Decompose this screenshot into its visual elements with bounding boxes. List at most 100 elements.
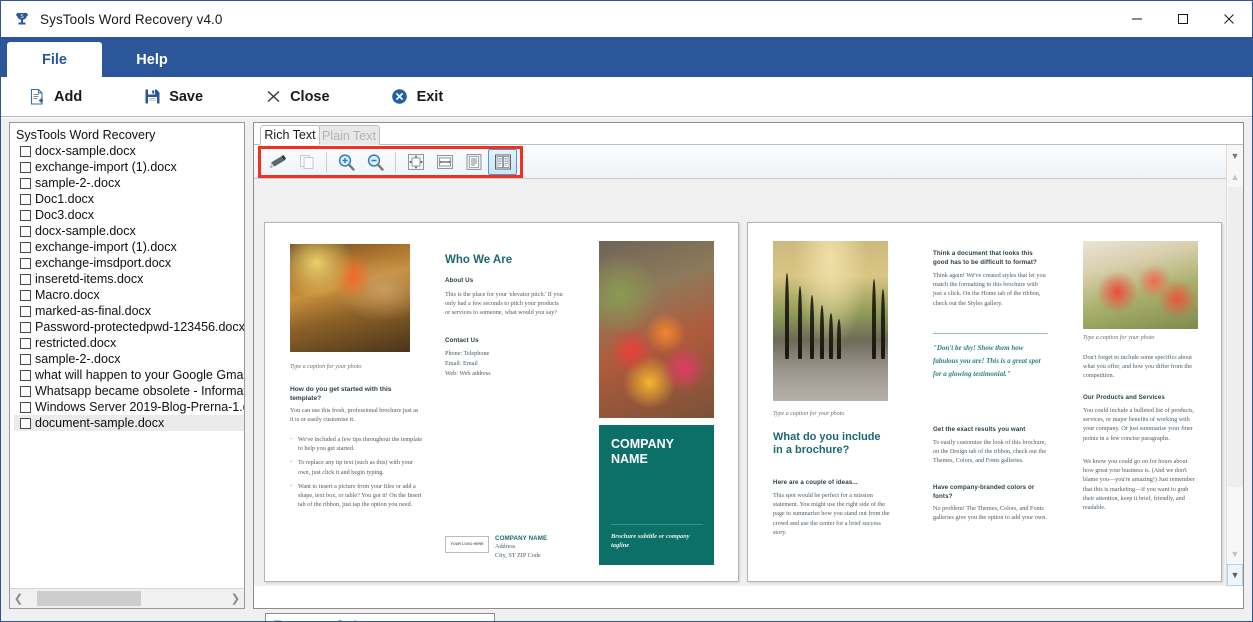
checkbox[interactable] <box>20 145 31 157</box>
list-item[interactable]: exchange-import (1).docx <box>14 159 244 175</box>
checkbox[interactable] <box>20 193 31 205</box>
fit-page-icon[interactable] <box>401 149 430 175</box>
tab-plain-text[interactable]: Plain Text <box>318 125 380 145</box>
list-item[interactable]: document-sample.docx <box>14 415 244 431</box>
checkbox[interactable] <box>20 353 31 365</box>
list-item[interactable]: what will happen to your Google Gmail a <box>14 367 244 383</box>
toolbar-buttons <box>263 149 517 175</box>
list-item[interactable]: sample-2-.docx <box>14 175 244 191</box>
list-item-label: Password-protectedpwd-123456.docx <box>35 320 244 334</box>
minimize-icon[interactable] <box>1114 1 1160 36</box>
checkbox[interactable] <box>20 369 31 381</box>
footer-address-block: COMPANY NAME Address City, ST ZIP Code <box>495 535 585 560</box>
window-title: SysTools Word Recovery v4.0 <box>40 11 223 27</box>
save-button[interactable]: Save <box>134 80 211 114</box>
list-item[interactable]: docx-sample.docx <box>14 223 244 239</box>
preview-vertical-scrollbar[interactable]: ▼ ▲ ▼ ▼ <box>1226 145 1243 586</box>
triangle-down-icon[interactable]: ▼ <box>472 614 490 621</box>
triangle-right-icon[interactable]: ▶ <box>454 614 472 622</box>
checkbox[interactable] <box>20 337 31 349</box>
chevron-left-icon[interactable]: ❮ <box>10 590 27 608</box>
list-item[interactable]: restricted.docx <box>14 335 244 351</box>
file-list-root-label: SysTools Word Recovery <box>16 128 156 142</box>
close-icon[interactable] <box>1206 1 1252 36</box>
add-button[interactable]: Add <box>19 80 90 114</box>
exit-button[interactable]: Exit <box>382 80 452 114</box>
list-item[interactable]: Doc3.docx <box>14 207 244 223</box>
checkbox[interactable] <box>20 321 31 333</box>
checkbox[interactable] <box>20 401 31 413</box>
checkbox[interactable] <box>20 257 31 269</box>
preview-view-tabs: Rich Text Plain Text <box>254 123 1243 145</box>
list-item-label: sample-2-.docx <box>35 352 121 366</box>
toolbar-separator <box>326 152 327 172</box>
search-input[interactable] <box>266 616 436 621</box>
what-include-heading: What do you include in a brochure? <box>773 431 881 456</box>
about-us-heading: About Us <box>445 277 474 284</box>
scrollbar-thumb[interactable] <box>37 591 141 606</box>
file-list-scroll-area[interactable]: SysTools Word Recovery docx-sample.docx e… <box>10 123 244 586</box>
list-item[interactable]: exchange-imsdport.docx <box>14 255 244 271</box>
products-heading: Our Products and Services <box>1083 394 1165 401</box>
scrollbar-thumb[interactable] <box>1228 187 1243 487</box>
ideas-body: This spot would be perfect for a mission… <box>773 492 890 536</box>
checkbox[interactable] <box>20 241 31 253</box>
ribbon-tab-bar: File Help <box>1 37 1252 77</box>
list-item[interactable]: docx-sample.docx <box>14 143 244 159</box>
list-item[interactable]: sample-2-.docx <box>14 351 244 367</box>
ideas-heading: Here are a couple of ideas... <box>773 479 858 486</box>
close-button[interactable]: Close <box>255 80 338 114</box>
list-item-label: exchange-import (1).docx <box>35 240 177 254</box>
checkbox[interactable] <box>20 161 31 173</box>
scrollbar-split-bottom-icon[interactable]: ▼ <box>1227 564 1243 586</box>
file-list-horizontal-scrollbar[interactable]: ❮ ❯ <box>10 588 244 608</box>
checkbox[interactable] <box>20 385 31 397</box>
list-item[interactable]: Windows Server 2019-Blog-Prerna-1.doc <box>14 399 244 415</box>
document-page-1: Type a caption for your photo How do you… <box>264 222 739 582</box>
copy-icon[interactable] <box>292 149 321 175</box>
maximize-icon[interactable] <box>1160 1 1206 36</box>
list-item[interactable]: Whatsapp became obsolete - Informative <box>14 383 244 399</box>
tab-file[interactable]: File <box>7 42 102 77</box>
fit-width-icon[interactable] <box>430 149 459 175</box>
checkbox[interactable] <box>20 289 31 301</box>
zoom-out-icon[interactable] <box>361 149 390 175</box>
tab-rich-text[interactable]: Rich Text <box>260 125 320 145</box>
bullet-text: To replace any tip text (such as this) w… <box>298 459 413 476</box>
find-input-box[interactable]: ◀ ▶ ▼ <box>265 613 495 622</box>
checkbox[interactable] <box>20 225 31 237</box>
list-item-label: marked-as-final.docx <box>35 304 152 318</box>
triangle-left-icon[interactable]: ◀ <box>436 614 454 622</box>
list-item[interactable]: Password-protectedpwd-123456.docx <box>14 319 244 335</box>
checkbox[interactable] <box>20 273 31 285</box>
chevron-down-icon[interactable]: ▼ <box>1227 546 1243 562</box>
floppy-disk-icon <box>142 87 162 107</box>
list-item[interactable]: exchange-import (1).docx <box>14 239 244 255</box>
list-item[interactable]: inseretd-items.docx <box>14 271 244 287</box>
preview-panel: Rich Text Plain Text Type a caption for … <box>253 122 1244 609</box>
exit-button-label: Exit <box>416 88 444 105</box>
single-page-icon[interactable] <box>459 149 488 175</box>
chevron-right-icon[interactable]: ❯ <box>227 590 244 608</box>
tab-help[interactable]: Help <box>102 42 202 77</box>
checkbox[interactable] <box>20 177 31 189</box>
list-item-label: Doc1.docx <box>35 192 95 206</box>
list-item-label: exchange-import (1).docx <box>35 160 177 174</box>
scrollbar-split-top-icon[interactable]: ▼ <box>1227 145 1243 167</box>
bullet-text: Want to insert a picture from your files… <box>298 482 422 509</box>
photo-tulips <box>1083 241 1198 329</box>
document-canvas[interactable]: Type a caption for your photo How do you… <box>254 179 1243 586</box>
print-icon[interactable] <box>263 149 292 175</box>
list-item[interactable]: marked-as-final.docx <box>14 303 244 319</box>
list-item[interactable]: Macro.docx <box>14 287 244 303</box>
list-item[interactable]: Doc1.docx <box>14 191 244 207</box>
checkbox[interactable] <box>20 417 31 429</box>
branded-body: No problem! The Themes, Colors, and Font… <box>933 505 1047 522</box>
zoom-in-icon[interactable] <box>332 149 361 175</box>
save-button-label: Save <box>169 88 204 105</box>
two-page-icon[interactable] <box>488 149 517 175</box>
checkbox[interactable] <box>20 209 31 221</box>
checkbox[interactable] <box>20 305 31 317</box>
chevron-up-icon[interactable]: ▲ <box>1227 169 1243 185</box>
photo-road <box>773 241 888 401</box>
